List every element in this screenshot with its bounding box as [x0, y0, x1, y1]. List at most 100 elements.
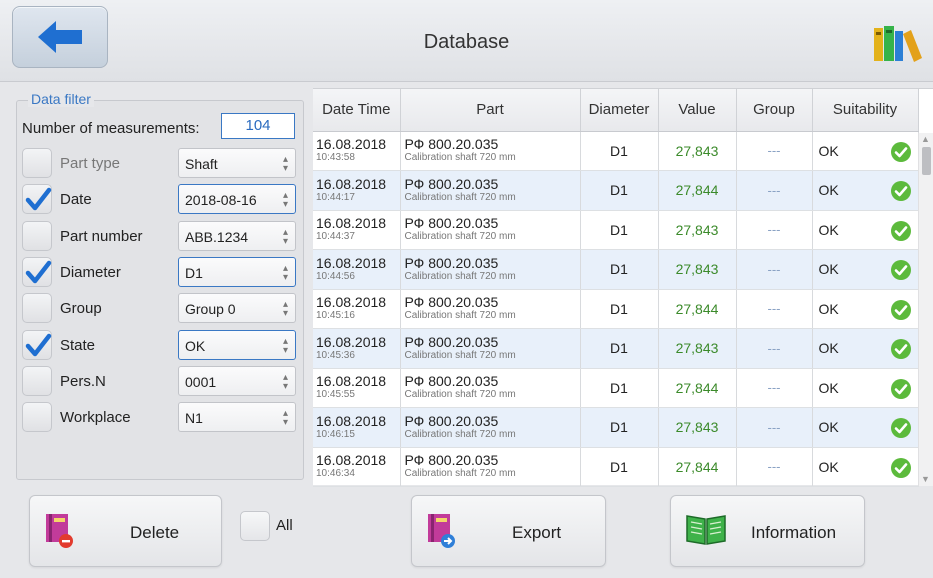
- select-all-label: All: [276, 517, 293, 534]
- header-bar: Database: [0, 0, 933, 82]
- part-cell: РФ 800.20.035 Calibration shaft 720 mm: [400, 249, 581, 290]
- datetime-cell: 16.08.2018 10:44:37: [313, 210, 401, 250]
- open-book-icon: [686, 515, 726, 545]
- date-text: 16.08.2018: [316, 333, 387, 350]
- filter-select[interactable]: Shaft ▴ ▾: [178, 148, 296, 178]
- suitability-text: OK: [818, 221, 839, 238]
- filter-checkbox[interactable]: [22, 330, 52, 360]
- time-text: 10:44:37: [316, 231, 355, 243]
- suitability-text: OK: [818, 261, 839, 278]
- filter-row: Pers.N 0001 ▴ ▾: [22, 364, 302, 398]
- date-text: 16.08.2018: [316, 294, 387, 311]
- check-circle-icon: [890, 457, 911, 478]
- table-row[interactable]: 16.08.2018 10:46:15 РФ 800.20.035 Calibrati…: [313, 407, 919, 448]
- filter-select-value: 0001: [185, 374, 217, 390]
- filter-checkbox[interactable]: [22, 257, 52, 287]
- part-desc-text: Calibration shaft 720 mm: [404, 270, 516, 282]
- filter-checkbox[interactable]: [22, 148, 52, 178]
- diameter-cell: D1: [580, 368, 659, 408]
- time-text: 10:46:34: [316, 468, 355, 480]
- check-circle-icon: [890, 181, 911, 201]
- check-circle-icon: [890, 299, 911, 320]
- filter-checkbox[interactable]: [22, 221, 52, 251]
- filter-checkbox[interactable]: [22, 402, 52, 432]
- checkmark-icon: [25, 187, 52, 211]
- table-row[interactable]: 16.08.2018 10:45:36 РФ 800.20.035 Calibrati…: [313, 328, 919, 369]
- value-cell: 27,843: [658, 407, 737, 448]
- suitability-cell: OK: [812, 407, 919, 448]
- filter-row: State OK ▴ ▾: [22, 328, 302, 362]
- table-row[interactable]: 16.08.2018 10:43:58 РФ 800.20.035 Calibrati…: [313, 131, 919, 171]
- table-row[interactable]: 16.08.2018 10:44:56 РФ 800.20.035 Calibrati…: [313, 249, 919, 290]
- table-row[interactable]: 16.08.2018 10:44:17 РФ 800.20.035 Calibrati…: [313, 170, 919, 211]
- scroll-down-icon[interactable]: ▼: [921, 474, 930, 484]
- time-text: 10:45:36: [316, 349, 355, 361]
- column-header[interactable]: Suitability: [812, 89, 919, 132]
- diameter-cell: D1: [580, 249, 659, 290]
- part-cell: РФ 800.20.035 Calibration shaft 720 mm: [400, 131, 581, 171]
- column-header[interactable]: Group: [736, 89, 813, 132]
- table-row[interactable]: 16.08.2018 10:45:16 РФ 800.20.035 Calibrati…: [313, 289, 919, 329]
- diameter-cell: D1: [580, 447, 659, 487]
- filter-select-value: N1: [185, 410, 203, 426]
- filter-select-value: OK: [185, 338, 206, 354]
- table-row[interactable]: 16.08.2018 10:45:55 РФ 800.20.035 Calibrati…: [313, 368, 919, 408]
- suitability-text: OK: [818, 458, 839, 475]
- column-header[interactable]: Diameter: [580, 89, 659, 132]
- time-text: 10:44:17: [316, 191, 355, 203]
- suitability-cell: OK: [812, 368, 919, 408]
- table-row[interactable]: 16.08.2018 10:44:37 РФ 800.20.035 Calibrati…: [313, 210, 919, 250]
- datetime-cell: 16.08.2018 10:46:15: [313, 407, 401, 448]
- spinner-arrows-icon: ▴ ▾: [282, 263, 288, 283]
- filter-row: Part type Shaft ▴ ▾: [22, 146, 302, 180]
- filter-select[interactable]: 2018-08-16 ▴ ▾: [178, 184, 296, 214]
- part-desc-text: Calibration shaft 720 mm: [404, 349, 516, 361]
- table-scrollbar[interactable]: ▲ ▼: [918, 133, 933, 486]
- scroll-up-icon[interactable]: ▲: [921, 134, 930, 144]
- datetime-cell: 16.08.2018 10:44:17: [313, 170, 401, 211]
- suitability-cell: OK: [812, 131, 919, 171]
- filter-select[interactable]: Group 0 ▴ ▾: [178, 293, 296, 323]
- date-text: 16.08.2018: [316, 136, 387, 153]
- date-text: 16.08.2018: [316, 254, 387, 271]
- part-number-text: РФ 800.20.035: [404, 215, 499, 232]
- books-icon[interactable]: [872, 22, 922, 64]
- select-all-checkbox[interactable]: [240, 511, 270, 541]
- filter-checkbox[interactable]: [22, 184, 52, 214]
- column-header[interactable]: Date Time: [313, 89, 401, 132]
- suitability-text: OK: [818, 142, 839, 159]
- filter-select[interactable]: D1 ▴ ▾: [178, 257, 296, 287]
- part-desc-text: Calibration shaft 720 mm: [404, 191, 516, 203]
- table-header-row: Date Time Part Diameter Value Group Suitabili…: [313, 89, 919, 132]
- value-cell: 27,844: [658, 447, 737, 487]
- table-row[interactable]: 16.08.2018 10:46:34 РФ 800.20.035 Calibrati…: [313, 447, 919, 487]
- filter-select[interactable]: N1 ▴ ▾: [178, 402, 296, 432]
- delete-button[interactable]: Delete: [29, 495, 222, 567]
- filter-select[interactable]: ABB.1234 ▴ ▾: [178, 221, 296, 251]
- part-cell: РФ 800.20.035 Calibration shaft 720 mm: [400, 368, 581, 408]
- part-cell: РФ 800.20.035 Calibration shaft 720 mm: [400, 289, 581, 329]
- filter-label: Group: [60, 300, 102, 317]
- datetime-cell: 16.08.2018 10:43:58: [313, 131, 401, 171]
- group-cell: ---: [736, 210, 813, 250]
- value-cell: 27,843: [658, 131, 737, 171]
- column-header[interactable]: Value: [658, 89, 737, 132]
- information-button[interactable]: Information: [670, 495, 865, 567]
- filter-select[interactable]: 0001 ▴ ▾: [178, 366, 296, 396]
- export-label: Export: [512, 523, 562, 542]
- filter-checkbox[interactable]: [22, 293, 52, 323]
- group-cell: ---: [736, 328, 813, 369]
- suitability-cell: OK: [812, 249, 919, 290]
- group-cell: ---: [736, 249, 813, 290]
- group-cell: ---: [736, 368, 813, 408]
- part-number-text: РФ 800.20.035: [404, 452, 499, 469]
- group-cell: ---: [736, 289, 813, 329]
- column-header[interactable]: Part: [400, 89, 581, 132]
- scroll-thumb[interactable]: [922, 147, 931, 175]
- export-button[interactable]: Export: [411, 495, 606, 567]
- filter-select[interactable]: OK ▴ ▾: [178, 330, 296, 360]
- datetime-cell: 16.08.2018 10:46:34: [313, 447, 401, 487]
- filter-checkbox[interactable]: [22, 366, 52, 396]
- time-text: 10:45:55: [316, 389, 355, 401]
- page-title: Database: [423, 31, 510, 53]
